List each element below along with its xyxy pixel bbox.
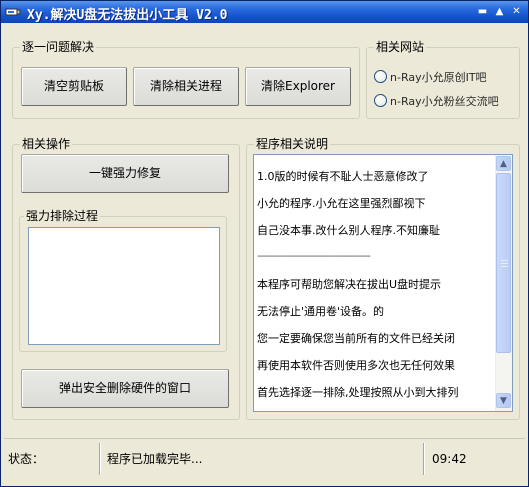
scroll-down-icon[interactable]: ▼ bbox=[496, 393, 511, 408]
description-line: 首先选择逐一排除,处理按照从小到大排列 bbox=[257, 386, 459, 399]
status-label: 状态： bbox=[8, 452, 45, 466]
group-process-log-legend: 强力排除过程 bbox=[24, 209, 101, 223]
status-message: 程序已加载完毕... bbox=[107, 452, 203, 466]
description-line: 小允的程序.小允在这里强烈鄙视下 bbox=[257, 197, 426, 210]
process-log-box[interactable] bbox=[28, 227, 220, 345]
force-repair-button[interactable]: 一键强力修复 bbox=[21, 154, 229, 193]
clear-processes-button[interactable]: 清除相关进程 bbox=[133, 67, 239, 106]
group-sites: 相关网站 n-Ray小允原创IT吧 n-Ray小允粉丝交流吧 bbox=[366, 40, 520, 119]
status-bar: 状态： 程序已加载完毕... 09:42 bbox=[4, 438, 525, 483]
maximize-icon[interactable]: ▲ bbox=[493, 6, 506, 18]
radio-icon[interactable] bbox=[374, 94, 387, 107]
group-desc: 程序相关说明 1.0版的时候有不耻人士恶意修改了 小允的程序.小允在这里强烈鄙视… bbox=[246, 137, 520, 420]
eject-hardware-button[interactable]: 弹出安全删除硬件的窗口 bbox=[21, 369, 229, 408]
group-process-log: 强力排除过程 bbox=[19, 209, 227, 352]
description-textarea[interactable]: 1.0版的时候有不耻人士恶意修改了 小允的程序.小允在这里强烈鄙视下 自己没本事… bbox=[253, 154, 513, 412]
clear-clipboard-button[interactable]: 清空剪贴板 bbox=[21, 67, 127, 106]
description-line: 自己没本事.改什么别人程序.不知廉耻 bbox=[257, 224, 440, 237]
clear-explorer-button[interactable]: 清除Explorer bbox=[245, 67, 351, 106]
minimize-icon[interactable]: ▬ bbox=[476, 6, 489, 18]
scroll-thumb[interactable] bbox=[496, 173, 511, 353]
group-desc-legend: 程序相关说明 bbox=[254, 137, 331, 151]
client-area: 逐一问题解决 清空剪贴板 清除相关进程 清除Explorer 相关网站 n-Ra… bbox=[4, 23, 525, 483]
usb-drive-icon bbox=[5, 8, 21, 16]
group-stepwise-legend: 逐一问题解决 bbox=[20, 40, 97, 54]
status-divider bbox=[423, 443, 424, 475]
description-line: 您一定要确保您当前所有的文件已经关闭 bbox=[257, 332, 455, 345]
description-line: 1.0版的时候有不耻人士恶意修改了 bbox=[257, 170, 429, 183]
description-line: 再使用本软件否则使用多次也无任何效果 bbox=[257, 359, 455, 372]
description-line: 本程序可帮助您解决在拔出U盘时提示 bbox=[257, 278, 442, 291]
description-divider: -------------------------------------- bbox=[257, 249, 371, 262]
status-time: 09:42 bbox=[432, 452, 467, 466]
radio-icon[interactable] bbox=[374, 70, 387, 83]
site-option-it-bar[interactable]: n-Ray小允原创IT吧 bbox=[374, 69, 487, 85]
description-scrollbar[interactable]: ▲ ▼ bbox=[495, 155, 512, 411]
description-line: 无法停止'通用卷'设备。的 bbox=[257, 305, 385, 318]
scroll-up-icon[interactable]: ▲ bbox=[496, 156, 511, 171]
close-icon[interactable]: ✕ bbox=[510, 6, 523, 18]
window-title: Xy.解决U盘无法拔出小工具 V2.0 bbox=[27, 8, 228, 23]
group-ops-legend: 相关操作 bbox=[20, 137, 73, 151]
group-ops: 相关操作 一键强力修复 强力排除过程 弹出安全删除硬件的窗口 bbox=[12, 137, 240, 420]
site-option-fans-bar[interactable]: n-Ray小允粉丝交流吧 bbox=[374, 93, 499, 109]
title-bar[interactable]: Xy.解决U盘无法拔出小工具 V2.0 ▬ ▲ ✕ bbox=[1, 1, 528, 23]
group-stepwise: 逐一问题解决 清空剪贴板 清除相关进程 清除Explorer bbox=[12, 40, 360, 119]
status-divider bbox=[99, 443, 100, 475]
main-window: Xy.解决U盘无法拔出小工具 V2.0 ▬ ▲ ✕ 逐一问题解决 清空剪贴板 清… bbox=[0, 0, 529, 487]
group-sites-legend: 相关网站 bbox=[374, 40, 427, 54]
